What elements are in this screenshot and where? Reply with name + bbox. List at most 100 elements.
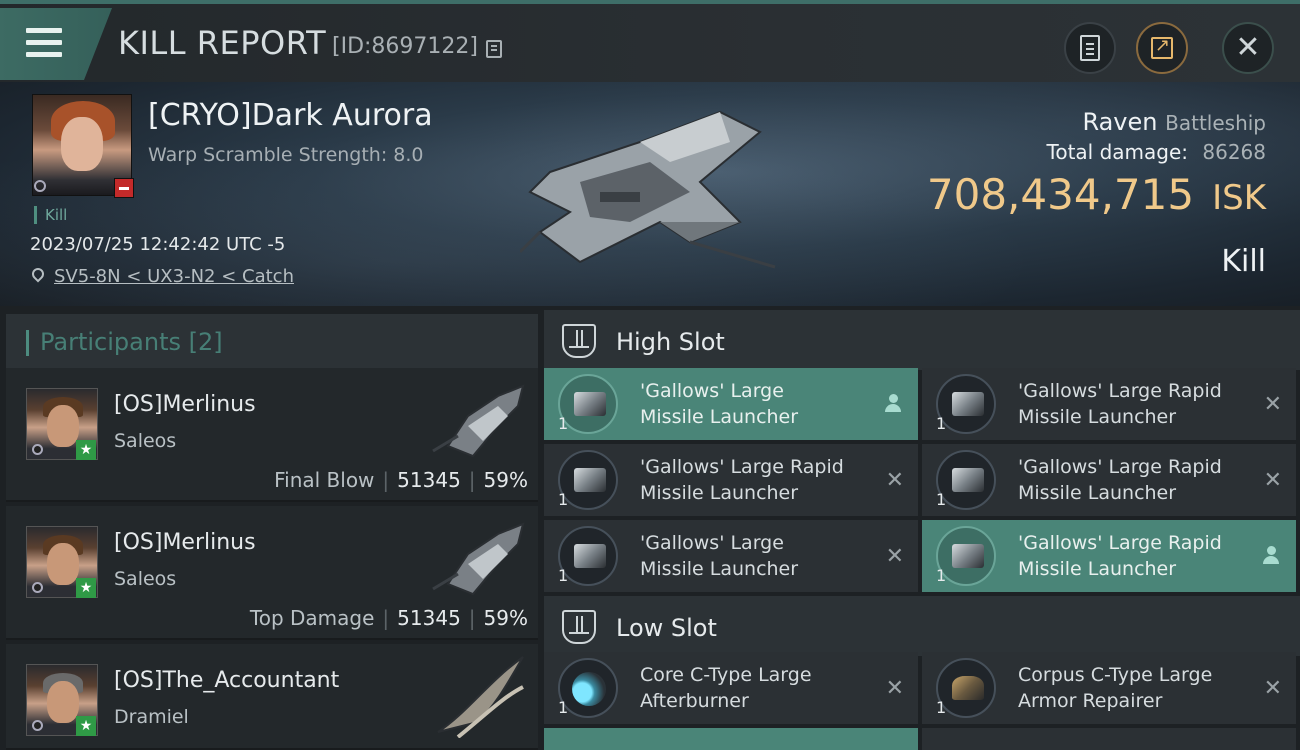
corp-icon [34, 180, 46, 192]
participant-damage: 51345 [397, 606, 461, 630]
fitting-item[interactable]: 1 Core C-Type Large Afterburner ✕ [544, 652, 918, 724]
victim-panel: [CRYO]Dark Aurora Warp Scramble Strength… [0, 82, 1300, 306]
participant-name[interactable]: [OS]The_Accountant [114, 668, 339, 693]
participant-ship: Saleos [114, 568, 177, 590]
victim-ship: Raven Battleship [1082, 108, 1266, 136]
menu-icon [26, 28, 62, 58]
corp-icon [32, 582, 43, 593]
total-damage-label: Total damage: [1046, 140, 1189, 164]
fitting-item-partial[interactable] [922, 728, 1296, 750]
warp-scramble-strength: Warp Scramble Strength: 8.0 [148, 144, 424, 166]
copy-icon[interactable] [486, 40, 502, 58]
ship-image [520, 110, 776, 269]
kill-datetime: 2023/07/25 12:42:42 UTC -5 [30, 234, 286, 255]
page-title: KILL REPORT [118, 24, 327, 62]
participants-panel: Participants [2] ★ [OS]Merlinus Saleos F… [0, 306, 540, 750]
total-damage: Total damage: 86268 [1047, 140, 1266, 164]
ship-class: Battleship [1165, 111, 1266, 135]
isk-amount: 708,434,715 [926, 170, 1195, 219]
fitting-item[interactable]: 1 'Gallows' Large Rapid Missile Launcher … [922, 368, 1296, 440]
participant-row[interactable]: ★ [OS]Merlinus Saleos Final Blow | 51345 | 5… [6, 368, 538, 502]
corp-icon [32, 720, 43, 731]
share-icon [1151, 35, 1173, 59]
participant-percent: 59% [483, 606, 528, 630]
location-link[interactable]: SV5-8N < UX3-N2 < Catch [54, 266, 294, 287]
item-name: 'Gallows' Large Rapid Missile Launcher [1018, 532, 1222, 580]
high-slot-header: High Slot [544, 310, 1300, 370]
participant-name[interactable]: [OS]Merlinus [114, 530, 256, 555]
participant-stats: Final Blow | 51345 | 59% [274, 468, 528, 492]
fitting-item[interactable]: 1 'Gallows' Large Missile Launcher ✕ [544, 520, 918, 592]
participant-ship-image [432, 384, 525, 458]
participant-ship-image [437, 656, 524, 738]
result-label: Kill [1221, 244, 1266, 279]
fitting-item[interactable]: 1 'Gallows' Large Rapid Missile Launcher … [544, 444, 918, 516]
participant-ship: Saleos [114, 430, 177, 452]
person-icon [884, 394, 902, 414]
star-icon: ★ [76, 440, 96, 460]
destroyed-x-icon: ✕ [885, 676, 904, 701]
low-slot-icon [562, 610, 596, 644]
item-name: Core C-Type Large Afterburner [640, 664, 812, 712]
person-icon [1262, 546, 1280, 566]
top-bar: KILL REPORT [ID:8697122] ✕ [0, 0, 1300, 82]
isk-value: 708,434,715 ISK [927, 170, 1266, 219]
participant-row[interactable]: ★ [OS]Merlinus Saleos Top Damage | 51345 | 5… [6, 506, 538, 640]
isk-unit: ISK [1212, 178, 1266, 218]
item-name: 'Gallows' Large Missile Launcher [640, 532, 799, 580]
victim-name[interactable]: [CRYO]Dark Aurora [148, 98, 433, 133]
low-slot-title: Low Slot [616, 614, 717, 642]
clipboard-button[interactable] [1064, 22, 1116, 74]
total-damage-value: 86268 [1202, 140, 1266, 164]
participant-label: Top Damage [249, 606, 375, 630]
destroyed-x-icon: ✕ [1263, 676, 1282, 701]
item-quantity: 1 [936, 698, 947, 717]
participant-damage: 51345 [397, 468, 461, 492]
close-button[interactable]: ✕ [1222, 22, 1274, 74]
participant-ship-image [432, 522, 525, 596]
destroyed-x-icon: ✕ [885, 468, 904, 493]
star-icon: ★ [76, 716, 96, 736]
fitting-item[interactable]: 1 'Gallows' Large Missile Launcher [544, 368, 918, 440]
fitting-item[interactable]: 1 'Gallows' Large Rapid Missile Launcher [922, 520, 1296, 592]
participant-row[interactable]: ★ [OS]The_Accountant Dramiel [6, 644, 538, 750]
close-icon: ✕ [1235, 30, 1261, 65]
item-quantity: 1 [936, 490, 947, 509]
high-slot-icon [562, 324, 596, 358]
kill-id: [ID:8697122] [332, 34, 478, 59]
participant-ship: Dramiel [114, 706, 189, 728]
star-icon: ★ [76, 578, 96, 598]
fitting-item-partial[interactable] [544, 728, 918, 750]
item-name: Corpus C-Type Large Armor Repairer [1018, 664, 1213, 712]
fitting-item[interactable]: 1 'Gallows' Large Rapid Missile Launcher … [922, 444, 1296, 516]
participants-title: Participants [2] [40, 328, 223, 356]
fitting-item[interactable]: 1 Corpus C-Type Large Armor Repairer ✕ [922, 652, 1296, 724]
ship-name: Raven [1082, 108, 1158, 136]
low-slot-header: Low Slot [544, 596, 1300, 656]
location-pin-icon [29, 265, 47, 283]
item-quantity: 1 [558, 414, 569, 433]
item-name: 'Gallows' Large Rapid Missile Launcher [640, 456, 844, 504]
item-name: 'Gallows' Large Missile Launcher [640, 380, 799, 428]
item-quantity: 1 [936, 414, 947, 433]
item-name: 'Gallows' Large Rapid Missile Launcher [1018, 456, 1222, 504]
item-quantity: 1 [558, 566, 569, 585]
participants-header: Participants [2] [6, 314, 538, 370]
participant-percent: 59% [483, 468, 528, 492]
clipboard-icon [1080, 35, 1100, 61]
hostile-badge-icon [114, 178, 134, 198]
item-quantity: 1 [936, 566, 947, 585]
destroyed-x-icon: ✕ [1263, 468, 1282, 493]
high-slot-title: High Slot [616, 328, 725, 356]
kill-tag: Kill [34, 206, 67, 224]
share-button[interactable] [1136, 22, 1188, 74]
menu-button[interactable] [0, 8, 112, 80]
participant-stats: Top Damage | 51345 | 59% [249, 606, 528, 630]
participant-name[interactable]: [OS]Merlinus [114, 392, 256, 417]
fittings-panel: High Slot 1 'Gallows' Large Missile Launc… [540, 306, 1300, 750]
destroyed-x-icon: ✕ [885, 544, 904, 569]
item-quantity: 1 [558, 490, 569, 509]
item-name: 'Gallows' Large Rapid Missile Launcher [1018, 380, 1222, 428]
destroyed-x-icon: ✕ [1263, 392, 1282, 417]
item-quantity: 1 [558, 698, 569, 717]
